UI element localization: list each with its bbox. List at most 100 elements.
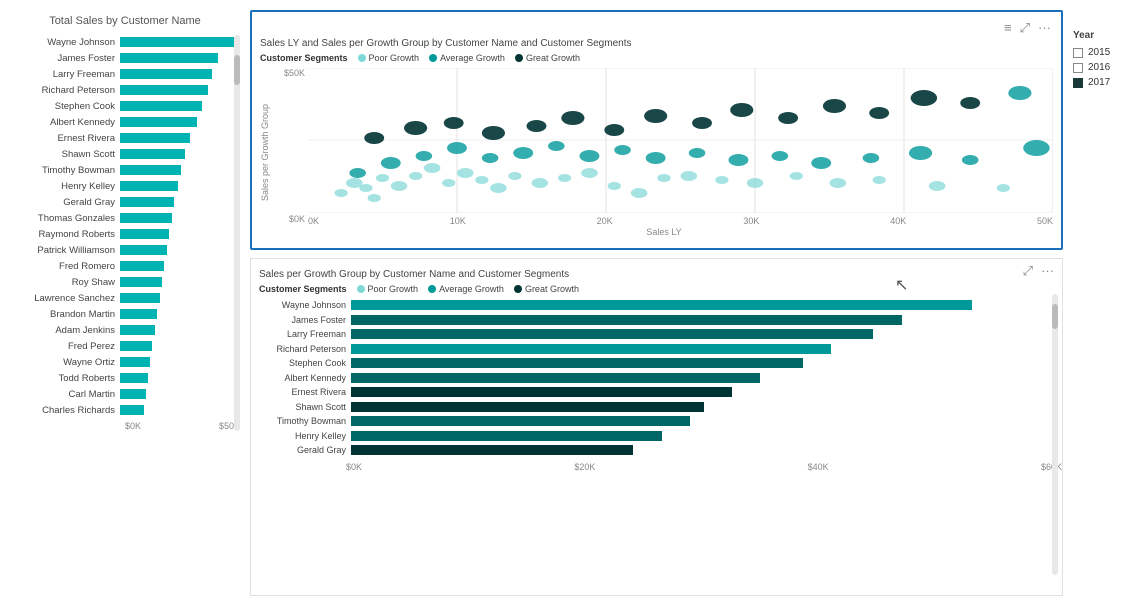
left-bar-row: Carl Martin [10, 387, 240, 401]
bottom-legend-great: Great Growth [514, 284, 579, 294]
y-axis-top: $50K [275, 68, 305, 78]
left-bar-wrap [120, 117, 240, 127]
left-bar-label: Thomas Gonzales [10, 213, 120, 224]
left-bar-fill [120, 341, 152, 351]
left-bar-wrap [120, 389, 240, 399]
bottom-scrollbar[interactable] [1052, 294, 1058, 575]
scatter-plot-area [308, 68, 1053, 213]
left-bar-row: Patrick Williamson [10, 243, 240, 257]
year-items-container: 2015 2016 2017 [1073, 47, 1133, 88]
left-bar-label: Lawrence Sanchez [10, 293, 120, 304]
bottom-bar-row [351, 299, 1057, 311]
bottom-legend-label: Customer Segments [259, 284, 347, 294]
scatter-chart: ≡ ⤢ ··· Sales LY and Sales per Growth Gr… [250, 10, 1063, 250]
scatter-x-axis-label: Sales LY [275, 227, 1053, 237]
left-bar-fill [120, 213, 172, 223]
scatter-body: Sales per Growth Group $50K [260, 68, 1053, 237]
bottom-bar-fill [351, 387, 732, 397]
year-label-2016: 2016 [1088, 62, 1110, 73]
year-checkbox-2016[interactable] [1073, 63, 1083, 73]
left-bar-fill [120, 133, 190, 143]
bottom-bar-row [351, 343, 1057, 355]
bottom-chart-title: Sales per Growth Group by Customer Name … [251, 264, 1062, 284]
left-bar-wrap [120, 197, 240, 207]
left-bar-label: James Foster [10, 53, 120, 64]
scatter-legend-label: Customer Segments [260, 53, 348, 63]
left-bar-label: Fred Romero [10, 261, 120, 272]
left-bar-fill [120, 181, 178, 191]
left-bar-label: Shawn Scott [10, 149, 120, 160]
bottom-legend-dot-great [514, 285, 522, 293]
year-checkbox-2015[interactable] [1073, 48, 1083, 58]
bottom-more-icon[interactable]: ··· [1039, 263, 1056, 279]
left-bar-label: Todd Roberts [10, 373, 120, 384]
year-checkbox-2017[interactable] [1073, 78, 1083, 88]
left-bar-fill [120, 53, 218, 63]
scatter-legend-poor: Poor Growth [358, 53, 420, 63]
bottom-bar-labels: Wayne JohnsonJames FosterLarry FreemanRi… [256, 299, 346, 459]
left-bar-row: Charles Richards [10, 403, 240, 417]
scatter-svg [308, 68, 1053, 213]
left-bars-container: Wayne Johnson James Foster Larry Freeman… [10, 35, 240, 417]
bottom-bar-fill [351, 445, 633, 455]
left-scrollbar-thumb [234, 55, 240, 85]
left-bar-row: James Foster [10, 51, 240, 65]
left-bar-label: Ernest Rivera [10, 133, 120, 144]
left-scrollbar[interactable] [234, 35, 240, 431]
left-chart: Total Sales by Customer Name Wayne Johns… [10, 10, 240, 596]
bottom-bar-fill [351, 416, 690, 426]
scatter-legend: Customer Segments Poor Growth Average Gr… [260, 53, 1053, 63]
left-bar-row: Albert Kennedy [10, 115, 240, 129]
year-label-2017: 2017 [1088, 77, 1110, 88]
bottom-bar-fill [351, 431, 662, 441]
bottom-legend-poor: Poor Growth [357, 284, 419, 294]
scatter-maximize-icon[interactable]: ⤢ [1018, 20, 1032, 36]
left-bar-label: Fred Perez [10, 341, 120, 352]
scatter-title: Sales LY and Sales per Growth Group by C… [260, 38, 1053, 49]
left-bar-fill [120, 101, 202, 111]
left-bar-row: Adam Jenkins [10, 323, 240, 337]
left-bar-row: Wayne Johnson [10, 35, 240, 49]
bottom-bar-label: Stephen Cook [256, 357, 346, 369]
scatter-legend-dot-great [515, 54, 523, 62]
left-bar-wrap [120, 405, 240, 415]
bottom-bar-label: Larry Freeman [256, 328, 346, 340]
left-bar-row: Gerald Gray [10, 195, 240, 209]
left-bar-wrap [120, 261, 240, 271]
left-bar-fill [120, 117, 197, 127]
left-bar-wrap [120, 181, 240, 191]
left-bar-fill [120, 85, 208, 95]
left-bar-wrap [120, 373, 240, 383]
left-bar-label: Albert Kennedy [10, 117, 120, 128]
bottom-bar-body: Wayne JohnsonJames FosterLarry FreemanRi… [251, 299, 1062, 459]
x-5: 50K [1037, 216, 1053, 226]
year-item-2015[interactable]: 2015 [1073, 47, 1133, 58]
bottom-maximize-icon[interactable]: ⤢ [1021, 263, 1035, 279]
left-bar-fill [120, 245, 167, 255]
scatter-more-icon[interactable]: ··· [1036, 20, 1053, 36]
left-x-label-0: $0K [125, 421, 141, 431]
left-bar-wrap [120, 325, 240, 335]
left-bar-row: Fred Romero [10, 259, 240, 273]
left-bar-row: Fred Perez [10, 339, 240, 353]
left-bar-label: Wayne Johnson [10, 37, 120, 48]
left-bar-row: Wayne Ortiz [10, 355, 240, 369]
scatter-legend-dot-avg [429, 54, 437, 62]
left-bar-fill [120, 277, 162, 287]
left-bar-label: Richard Peterson [10, 85, 120, 96]
bottom-legend-text-avg: Average Growth [439, 284, 504, 294]
left-bar-label: Gerald Gray [10, 197, 120, 208]
left-bar-wrap [120, 229, 240, 239]
bottom-bar-fill [351, 358, 803, 368]
bottom-legend-dot-poor [357, 285, 365, 293]
bottom-bar-label: Richard Peterson [256, 343, 346, 355]
left-x-axis: $0K $50K [10, 421, 240, 431]
year-item-2016[interactable]: 2016 [1073, 62, 1133, 73]
left-bar-wrap [120, 357, 240, 367]
left-bar-row: Richard Peterson [10, 83, 240, 97]
bottom-bar-label: Gerald Gray [256, 444, 346, 456]
x-4: 40K [890, 216, 906, 226]
scatter-menu-icon[interactable]: ≡ [1002, 20, 1014, 36]
year-item-2017[interactable]: 2017 [1073, 77, 1133, 88]
left-bar-fill [120, 325, 155, 335]
